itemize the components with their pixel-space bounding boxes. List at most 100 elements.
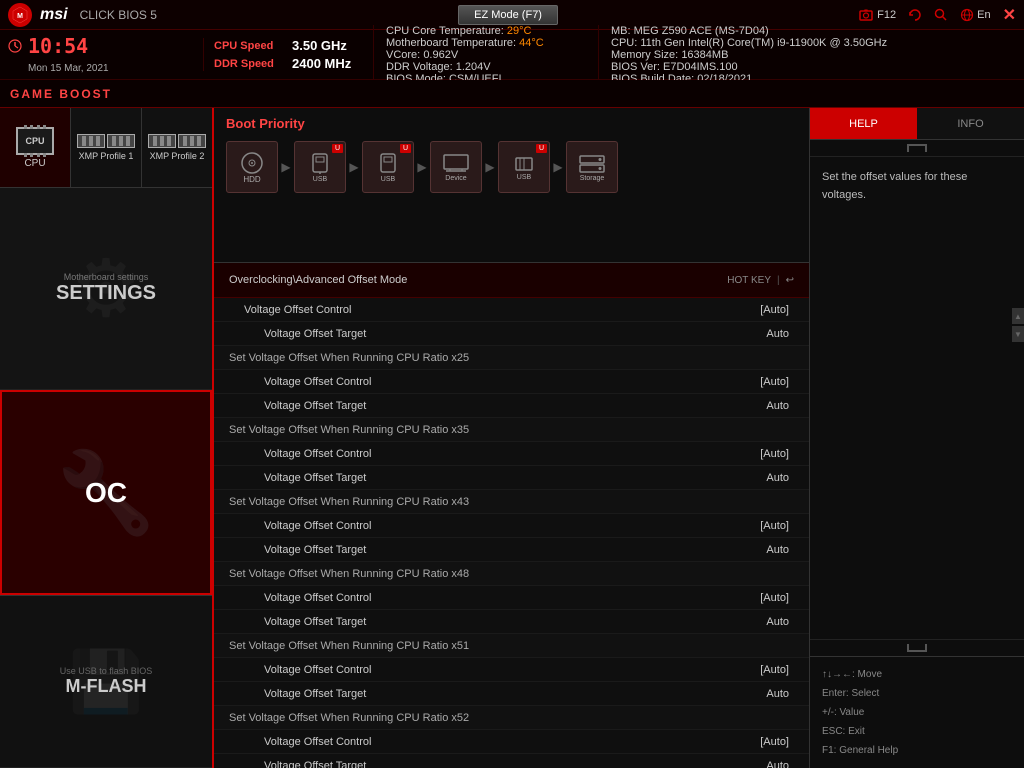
mb-value: MEG Z590 ACE (MS-7D04) bbox=[634, 25, 769, 37]
msi-dragon-icon: M bbox=[8, 3, 32, 27]
boot-arrow-2: ▶ bbox=[346, 160, 362, 174]
profile-xmp2-button[interactable]: XMP Profile 2 bbox=[142, 108, 212, 187]
svg-text:M: M bbox=[17, 13, 23, 20]
cpu-speed-label: CPU Speed bbox=[214, 40, 284, 52]
boot-device-box-5[interactable]: U USB bbox=[498, 141, 550, 193]
control-select: Enter: Select bbox=[822, 684, 1012, 703]
help-scroll-area: ▲ ▼ bbox=[1012, 308, 1024, 342]
boot-arrow-5: ▶ bbox=[550, 160, 566, 174]
setting-voltage-offset-ctrl-x35[interactable]: Voltage Offset Control [Auto] bbox=[214, 442, 809, 466]
cpu-info-value: 11th Gen Intel(R) Core(TM) i9-11900K @ 3… bbox=[640, 37, 887, 49]
boot-device-box-6[interactable]: Storage bbox=[566, 141, 618, 193]
setting-voltage-offset-tgt-x48[interactable]: Voltage Offset Target Auto bbox=[214, 610, 809, 634]
boot-device-4[interactable]: Device bbox=[430, 141, 482, 193]
setting-voltage-offset-ctrl-x43[interactable]: Voltage Offset Control [Auto] bbox=[214, 514, 809, 538]
scroll-up-indicator bbox=[810, 140, 1024, 157]
mflash-label: M-FLASH bbox=[66, 676, 147, 697]
ddr-speed-value: 2400 MHz bbox=[292, 56, 351, 71]
system-section: MB: MEG Z590 ACE (MS-7D04) CPU: 11th Gen… bbox=[598, 25, 1016, 85]
setting-voltage-offset-ctrl-x48[interactable]: Voltage Offset Control [Auto] bbox=[214, 586, 809, 610]
usb-drive-icon-2 bbox=[378, 152, 398, 176]
settings-panel: Overclocking\Advanced Offset Mode HOT KE… bbox=[214, 263, 809, 768]
xmp1-profile-label: XMP Profile 1 bbox=[79, 151, 134, 161]
setting-voltage-offset-tgt-1[interactable]: Voltage Offset Target Auto bbox=[214, 322, 809, 346]
boot-device-1[interactable]: HDD bbox=[226, 141, 278, 193]
cpu-temp-label: CPU Core Temperature: bbox=[386, 25, 504, 37]
screenshot-control[interactable]: F12 bbox=[859, 8, 896, 22]
profile-xmp1-button[interactable]: XMP Profile 1 bbox=[71, 108, 142, 187]
settings-header: Overclocking\Advanced Offset Mode HOT KE… bbox=[214, 263, 809, 298]
section-x48: Set Voltage Offset When Running CPU Rati… bbox=[214, 562, 809, 586]
help-scroll-up[interactable]: ▲ bbox=[1012, 308, 1024, 324]
disc-icon bbox=[240, 151, 264, 175]
boot-device-box-4[interactable]: Device bbox=[430, 141, 482, 193]
cpu-speed-value: 3.50 GHz bbox=[292, 38, 347, 53]
game-boost-label: GAME BOOST bbox=[10, 87, 112, 101]
ez-mode-button[interactable]: EZ Mode (F7) bbox=[458, 5, 558, 25]
control-move: ↑↓→←: Move bbox=[822, 665, 1012, 684]
boot-device-box-1[interactable]: HDD bbox=[226, 141, 278, 193]
section-x51: Set Voltage Offset When Running CPU Rati… bbox=[214, 634, 809, 658]
boot-device-6[interactable]: Storage bbox=[566, 141, 618, 193]
xmp2-profile-label: XMP Profile 2 bbox=[150, 151, 205, 161]
usb-icon bbox=[514, 154, 534, 174]
setting-voltage-offset-ctrl-x51[interactable]: Voltage Offset Control [Auto] bbox=[214, 658, 809, 682]
refresh-icon bbox=[908, 8, 922, 22]
refresh-control[interactable] bbox=[908, 8, 922, 22]
device-icon bbox=[442, 153, 470, 175]
setting-voltage-offset-ctrl-x25[interactable]: Voltage Offset Control [Auto] bbox=[214, 370, 809, 394]
ddr-speed-label: DDR Speed bbox=[214, 58, 284, 70]
bios-ver-value: E7D04IMS.100 bbox=[663, 61, 738, 73]
boot-device-box-2[interactable]: U USB bbox=[294, 141, 346, 193]
speed-section: CPU Speed 3.50 GHz DDR Speed 2400 MHz bbox=[203, 38, 358, 71]
back-icon[interactable]: ↩ bbox=[786, 275, 794, 286]
breadcrumb-text: Overclocking\Advanced Offset Mode bbox=[229, 274, 407, 286]
nav-settings[interactable]: ⚙ Motherboard settings SETTINGS bbox=[0, 188, 212, 390]
tab-help[interactable]: HELP bbox=[810, 108, 917, 139]
boot-device-box-3[interactable]: U USB bbox=[362, 141, 414, 193]
cpu-icon: CPU bbox=[16, 127, 54, 155]
screenshot-key: F12 bbox=[877, 9, 896, 21]
separator: | bbox=[777, 275, 780, 286]
setting-voltage-offset-tgt-x35[interactable]: Voltage Offset Target Auto bbox=[214, 466, 809, 490]
scroll-down-indicator bbox=[810, 639, 1024, 656]
setting-voltage-offset-tgt-x43[interactable]: Voltage Offset Target Auto bbox=[214, 538, 809, 562]
nav-oc[interactable]: 🔧 OC bbox=[0, 390, 212, 595]
profile-cpu-button[interactable]: CPU CPU bbox=[0, 108, 71, 187]
cpu-temp-value: 29°C bbox=[507, 25, 532, 37]
control-value: +/-: Value bbox=[822, 703, 1012, 722]
date-display: Mon 15 Mar, 2021 bbox=[28, 63, 109, 74]
boot-device-2[interactable]: U USB bbox=[294, 141, 346, 193]
cpu-label: CPU: bbox=[611, 37, 637, 49]
boot-devices: HDD ▶ U USB ▶ U USB ▶ bbox=[226, 141, 797, 193]
search-icon bbox=[934, 8, 948, 22]
setting-voltage-offset-ctrl-1[interactable]: Voltage Offset Control [Auto] bbox=[214, 298, 809, 322]
close-button[interactable]: ✕ bbox=[1003, 5, 1016, 25]
nav-area: ⚙ Motherboard settings SETTINGS 🔧 OC 💾 U… bbox=[0, 188, 212, 768]
language-control[interactable]: En bbox=[960, 8, 990, 22]
ddr-voltage-value: 1.204V bbox=[456, 61, 491, 73]
vcore-value: 0.962V bbox=[423, 49, 458, 61]
section-x25: Set Voltage Offset When Running CPU Rati… bbox=[214, 346, 809, 370]
msi-logo: M msi CLICK BIOS 5 bbox=[8, 3, 157, 27]
setting-voltage-offset-tgt-x25[interactable]: Voltage Offset Target Auto bbox=[214, 394, 809, 418]
search-control[interactable] bbox=[934, 8, 948, 22]
boot-device-5[interactable]: U USB bbox=[498, 141, 550, 193]
setting-voltage-offset-tgt-x52[interactable]: Voltage Offset Target Auto bbox=[214, 754, 809, 768]
storage-icon bbox=[579, 153, 605, 175]
boot-priority-section: Boot Priority HDD ▶ U USB ▶ bbox=[214, 108, 809, 263]
clock-section: 10:54 Mon 15 Mar, 2021 bbox=[8, 34, 188, 76]
tab-info[interactable]: INFO bbox=[917, 108, 1024, 139]
boot-device-3[interactable]: U USB bbox=[362, 141, 414, 193]
boot-arrow-1: ▶ bbox=[278, 160, 294, 174]
mem-value: 16384MB bbox=[681, 49, 728, 61]
boot-priority-title: Boot Priority bbox=[226, 116, 797, 131]
help-scroll-down[interactable]: ▼ bbox=[1012, 326, 1024, 342]
setting-voltage-offset-tgt-x51[interactable]: Voltage Offset Target Auto bbox=[214, 682, 809, 706]
nav-mflash[interactable]: 💾 Use USB to flash BIOS M-FLASH bbox=[0, 595, 212, 768]
setting-voltage-offset-ctrl-x52[interactable]: Voltage Offset Control [Auto] bbox=[214, 730, 809, 754]
mb-temp-label: Motherboard Temperature: bbox=[386, 37, 516, 49]
time-display: 10:54 bbox=[28, 34, 88, 58]
cpu-profile-label: CPU bbox=[24, 158, 45, 169]
bios-title-text: CLICK BIOS 5 bbox=[80, 8, 157, 22]
